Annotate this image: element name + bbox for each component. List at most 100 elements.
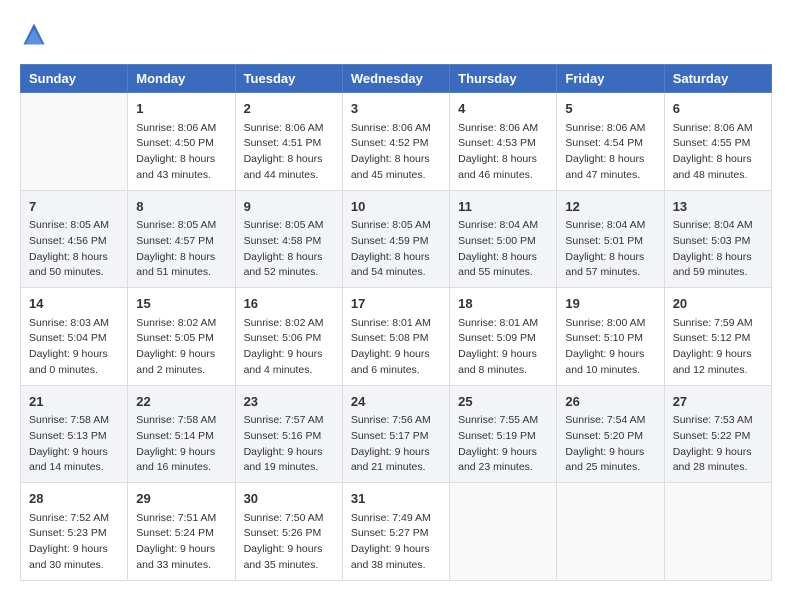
day-number: 21: [29, 392, 119, 412]
day-number: 10: [351, 197, 441, 217]
day-info: Sunrise: 8:05 AMSunset: 4:59 PMDaylight:…: [351, 218, 441, 281]
day-number: 12: [565, 197, 655, 217]
calendar-cell: [450, 483, 557, 581]
day-number: 16: [244, 294, 334, 314]
day-info: Sunrise: 7:58 AMSunset: 5:14 PMDaylight:…: [136, 413, 226, 476]
day-info: Sunrise: 8:03 AMSunset: 5:04 PMDaylight:…: [29, 316, 119, 379]
day-number: 27: [673, 392, 763, 412]
day-number: 29: [136, 489, 226, 509]
day-info: Sunrise: 8:01 AMSunset: 5:08 PMDaylight:…: [351, 316, 441, 379]
day-number: 22: [136, 392, 226, 412]
day-info: Sunrise: 7:50 AMSunset: 5:26 PMDaylight:…: [244, 511, 334, 574]
calendar-cell: 30Sunrise: 7:50 AMSunset: 5:26 PMDayligh…: [235, 483, 342, 581]
calendar-cell: 14Sunrise: 8:03 AMSunset: 5:04 PMDayligh…: [21, 288, 128, 386]
calendar-cell: 27Sunrise: 7:53 AMSunset: 5:22 PMDayligh…: [664, 385, 771, 483]
day-info: Sunrise: 8:02 AMSunset: 5:06 PMDaylight:…: [244, 316, 334, 379]
day-info: Sunrise: 7:49 AMSunset: 5:27 PMDaylight:…: [351, 511, 441, 574]
calendar-cell: 11Sunrise: 8:04 AMSunset: 5:00 PMDayligh…: [450, 190, 557, 288]
day-info: Sunrise: 7:57 AMSunset: 5:16 PMDaylight:…: [244, 413, 334, 476]
week-row-5: 28Sunrise: 7:52 AMSunset: 5:23 PMDayligh…: [21, 483, 772, 581]
calendar-cell: 28Sunrise: 7:52 AMSunset: 5:23 PMDayligh…: [21, 483, 128, 581]
calendar-cell: 31Sunrise: 7:49 AMSunset: 5:27 PMDayligh…: [342, 483, 449, 581]
day-info: Sunrise: 8:04 AMSunset: 5:03 PMDaylight:…: [673, 218, 763, 281]
week-row-4: 21Sunrise: 7:58 AMSunset: 5:13 PMDayligh…: [21, 385, 772, 483]
calendar-cell: 16Sunrise: 8:02 AMSunset: 5:06 PMDayligh…: [235, 288, 342, 386]
calendar-cell: 13Sunrise: 8:04 AMSunset: 5:03 PMDayligh…: [664, 190, 771, 288]
day-number: 3: [351, 99, 441, 119]
calendar-cell: 26Sunrise: 7:54 AMSunset: 5:20 PMDayligh…: [557, 385, 664, 483]
day-info: Sunrise: 8:06 AMSunset: 4:51 PMDaylight:…: [244, 121, 334, 184]
calendar-cell: 24Sunrise: 7:56 AMSunset: 5:17 PMDayligh…: [342, 385, 449, 483]
day-info: Sunrise: 8:06 AMSunset: 4:53 PMDaylight:…: [458, 121, 548, 184]
calendar-cell: 6Sunrise: 8:06 AMSunset: 4:55 PMDaylight…: [664, 93, 771, 191]
calendar-cell: 23Sunrise: 7:57 AMSunset: 5:16 PMDayligh…: [235, 385, 342, 483]
day-info: Sunrise: 8:06 AMSunset: 4:50 PMDaylight:…: [136, 121, 226, 184]
day-number: 24: [351, 392, 441, 412]
day-info: Sunrise: 8:02 AMSunset: 5:05 PMDaylight:…: [136, 316, 226, 379]
day-number: 6: [673, 99, 763, 119]
week-row-2: 7Sunrise: 8:05 AMSunset: 4:56 PMDaylight…: [21, 190, 772, 288]
day-number: 18: [458, 294, 548, 314]
calendar-cell: 9Sunrise: 8:05 AMSunset: 4:58 PMDaylight…: [235, 190, 342, 288]
day-info: Sunrise: 8:05 AMSunset: 4:58 PMDaylight:…: [244, 218, 334, 281]
weekday-header-monday: Monday: [128, 65, 235, 93]
day-info: Sunrise: 7:53 AMSunset: 5:22 PMDaylight:…: [673, 413, 763, 476]
calendar-cell: 10Sunrise: 8:05 AMSunset: 4:59 PMDayligh…: [342, 190, 449, 288]
day-number: 30: [244, 489, 334, 509]
week-row-3: 14Sunrise: 8:03 AMSunset: 5:04 PMDayligh…: [21, 288, 772, 386]
calendar-cell: 20Sunrise: 7:59 AMSunset: 5:12 PMDayligh…: [664, 288, 771, 386]
calendar-cell: [557, 483, 664, 581]
day-info: Sunrise: 8:06 AMSunset: 4:55 PMDaylight:…: [673, 121, 763, 184]
calendar-cell: [664, 483, 771, 581]
page-header: [20, 20, 772, 48]
logo-icon: [20, 20, 48, 48]
day-info: Sunrise: 8:05 AMSunset: 4:56 PMDaylight:…: [29, 218, 119, 281]
week-row-1: 1Sunrise: 8:06 AMSunset: 4:50 PMDaylight…: [21, 93, 772, 191]
day-number: 2: [244, 99, 334, 119]
day-number: 15: [136, 294, 226, 314]
calendar-cell: 1Sunrise: 8:06 AMSunset: 4:50 PMDaylight…: [128, 93, 235, 191]
day-info: Sunrise: 7:54 AMSunset: 5:20 PMDaylight:…: [565, 413, 655, 476]
calendar-cell: 7Sunrise: 8:05 AMSunset: 4:56 PMDaylight…: [21, 190, 128, 288]
day-number: 14: [29, 294, 119, 314]
calendar-cell: 15Sunrise: 8:02 AMSunset: 5:05 PMDayligh…: [128, 288, 235, 386]
day-number: 7: [29, 197, 119, 217]
weekday-header-saturday: Saturday: [664, 65, 771, 93]
day-info: Sunrise: 7:52 AMSunset: 5:23 PMDaylight:…: [29, 511, 119, 574]
day-number: 31: [351, 489, 441, 509]
day-number: 19: [565, 294, 655, 314]
calendar-cell: 17Sunrise: 8:01 AMSunset: 5:08 PMDayligh…: [342, 288, 449, 386]
calendar-cell: 21Sunrise: 7:58 AMSunset: 5:13 PMDayligh…: [21, 385, 128, 483]
day-number: 26: [565, 392, 655, 412]
calendar-cell: 2Sunrise: 8:06 AMSunset: 4:51 PMDaylight…: [235, 93, 342, 191]
day-info: Sunrise: 8:01 AMSunset: 5:09 PMDaylight:…: [458, 316, 548, 379]
day-number: 4: [458, 99, 548, 119]
day-number: 25: [458, 392, 548, 412]
day-number: 11: [458, 197, 548, 217]
weekday-header-row: SundayMondayTuesdayWednesdayThursdayFrid…: [21, 65, 772, 93]
day-number: 13: [673, 197, 763, 217]
calendar-cell: 8Sunrise: 8:05 AMSunset: 4:57 PMDaylight…: [128, 190, 235, 288]
day-number: 28: [29, 489, 119, 509]
day-info: Sunrise: 8:04 AMSunset: 5:00 PMDaylight:…: [458, 218, 548, 281]
day-number: 8: [136, 197, 226, 217]
weekday-header-wednesday: Wednesday: [342, 65, 449, 93]
weekday-header-friday: Friday: [557, 65, 664, 93]
day-info: Sunrise: 7:59 AMSunset: 5:12 PMDaylight:…: [673, 316, 763, 379]
logo: [20, 20, 52, 48]
calendar-cell: 12Sunrise: 8:04 AMSunset: 5:01 PMDayligh…: [557, 190, 664, 288]
day-number: 9: [244, 197, 334, 217]
day-info: Sunrise: 8:06 AMSunset: 4:52 PMDaylight:…: [351, 121, 441, 184]
calendar-cell: 25Sunrise: 7:55 AMSunset: 5:19 PMDayligh…: [450, 385, 557, 483]
weekday-header-sunday: Sunday: [21, 65, 128, 93]
day-info: Sunrise: 7:56 AMSunset: 5:17 PMDaylight:…: [351, 413, 441, 476]
calendar-cell: 19Sunrise: 8:00 AMSunset: 5:10 PMDayligh…: [557, 288, 664, 386]
calendar-cell: 5Sunrise: 8:06 AMSunset: 4:54 PMDaylight…: [557, 93, 664, 191]
day-info: Sunrise: 8:00 AMSunset: 5:10 PMDaylight:…: [565, 316, 655, 379]
calendar-table: SundayMondayTuesdayWednesdayThursdayFrid…: [20, 64, 772, 581]
calendar-cell: 29Sunrise: 7:51 AMSunset: 5:24 PMDayligh…: [128, 483, 235, 581]
day-number: 5: [565, 99, 655, 119]
day-info: Sunrise: 7:58 AMSunset: 5:13 PMDaylight:…: [29, 413, 119, 476]
day-info: Sunrise: 8:04 AMSunset: 5:01 PMDaylight:…: [565, 218, 655, 281]
day-info: Sunrise: 7:55 AMSunset: 5:19 PMDaylight:…: [458, 413, 548, 476]
